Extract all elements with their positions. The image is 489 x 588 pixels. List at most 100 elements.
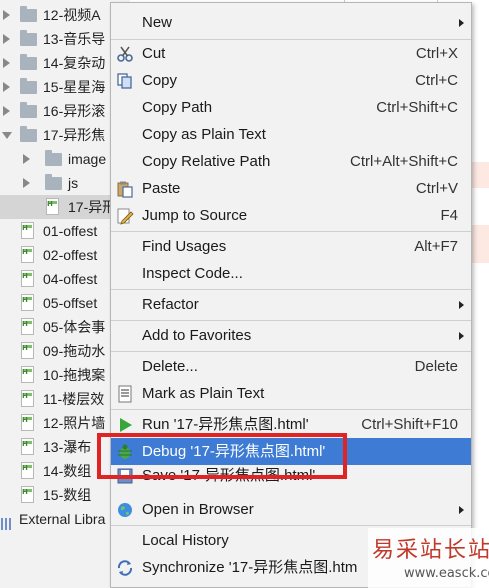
folder-icon [20, 6, 37, 22]
menu-item-copy-relative-path[interactable]: Copy Relative Path Ctrl+Alt+Shift+C [111, 148, 471, 175]
menu-item-find-usages[interactable]: Find Usages Alt+F7 [111, 233, 471, 260]
tree-item-label: 05-体会事 [43, 319, 106, 335]
tree-item-label: 13-音乐导 [43, 31, 106, 47]
folder-icon [20, 126, 37, 142]
tree-item-label: External Libra [19, 511, 106, 527]
editor-highlight-fragment [472, 225, 489, 263]
menu-item-label: Copy [142, 72, 178, 89]
menu-separator [111, 351, 471, 352]
save-icon [117, 468, 133, 484]
html-file-icon [21, 339, 34, 360]
copy-icon [117, 73, 132, 89]
context-menu[interactable]: New Cut Ctrl+X Copy Ctrl+C Copy Path Ctr… [110, 2, 472, 588]
html-file-icon [21, 315, 34, 336]
expand-arrow-icon[interactable] [3, 82, 10, 92]
menu-item-copy[interactable]: Copy Ctrl+C [111, 67, 471, 94]
html-file-icon [21, 243, 34, 264]
folder-icon [45, 150, 62, 166]
menu-item-label: Copy as Plain Text [142, 126, 266, 143]
menu-item-run[interactable]: Run '17-异形焦点图.html' Ctrl+Shift+F10 [111, 411, 471, 438]
menu-item-label: Run '17-异形焦点图.html' [142, 416, 309, 433]
menu-item-label: Open in Browser [142, 501, 254, 518]
html-file-icon [46, 195, 59, 216]
expand-arrow-icon[interactable] [23, 154, 30, 164]
folder-icon [45, 174, 62, 190]
plain-text-icon [118, 385, 132, 403]
watermark-url: www.easck.com [404, 566, 489, 581]
paste-icon [117, 181, 133, 198]
menu-item-delete[interactable]: Delete... Delete [111, 353, 471, 380]
tree-item-label: 11-楼层效 [43, 391, 105, 407]
menu-item-shortcut: Ctrl+Alt+Shift+C [350, 153, 458, 170]
tree-item-label: 01-offest [43, 223, 98, 239]
menu-item-refactor[interactable]: Refactor [111, 291, 471, 318]
html-file-icon [21, 435, 34, 456]
html-file-icon [21, 411, 34, 432]
html-file-icon [21, 363, 34, 384]
menu-item-label: Delete... [142, 358, 198, 375]
menu-item-mark-plain-text[interactable]: Mark as Plain Text [111, 380, 471, 407]
menu-item-new[interactable]: New [111, 9, 471, 36]
menu-separator [111, 525, 471, 526]
expand-arrow-icon[interactable] [23, 178, 30, 188]
tree-item-label: 16-异形滚 [43, 103, 106, 119]
edit-source-icon [117, 208, 134, 225]
menu-item-label: Copy Relative Path [142, 153, 271, 170]
menu-item-label: Synchronize '17-异形焦点图.htm [142, 559, 358, 576]
tree-item-label: 12-视频A [43, 7, 101, 23]
menu-item-inspect-code[interactable]: Inspect Code... [111, 260, 471, 287]
collapse-arrow-icon[interactable] [2, 132, 12, 139]
expand-arrow-icon[interactable] [3, 34, 10, 44]
menu-item-label: Paste [142, 180, 181, 197]
watermark-logo-text: 易采站长站 [372, 538, 489, 563]
menu-item-shortcut: Ctrl+Shift+C [376, 99, 458, 116]
tree-item-label: 10-拖拽案 [43, 367, 106, 383]
menu-item-add-to-favorites[interactable]: Add to Favorites [111, 322, 471, 349]
run-icon [120, 418, 132, 432]
folder-icon [20, 78, 37, 94]
html-file-icon [21, 219, 34, 240]
expand-arrow-icon[interactable] [3, 106, 10, 116]
globe-icon [118, 503, 132, 517]
scissors-icon [117, 46, 133, 62]
tree-item-label: 02-offest [43, 247, 98, 263]
menu-item-label: Inspect Code... [142, 265, 243, 282]
menu-item-label: Local History [142, 532, 229, 549]
menu-item-label: New [142, 14, 173, 31]
submenu-arrow-icon [459, 332, 464, 340]
menu-item-shortcut: F4 [440, 207, 458, 224]
menu-item-cut[interactable]: Cut Ctrl+X [111, 40, 471, 67]
folder-icon [20, 102, 37, 118]
expand-arrow-icon[interactable] [3, 58, 10, 68]
submenu-arrow-icon [459, 506, 464, 514]
menu-item-open-in-browser[interactable]: Open in Browser [111, 496, 471, 523]
tree-item-label: 09-拖动水 [43, 343, 106, 359]
menu-separator [111, 289, 471, 290]
menu-item-label: Add to Favorites [142, 327, 252, 344]
tree-item-label: 17-异形焦 [43, 127, 106, 143]
debug-bug-icon [118, 444, 132, 459]
menu-separator [111, 409, 471, 410]
watermark: 易采站长站 www.easck.com [368, 528, 489, 588]
menu-item-shortcut: Alt+F7 [414, 238, 458, 255]
menu-item-paste[interactable]: Paste Ctrl+V [111, 175, 471, 202]
menu-item-label: Jump to Source [142, 207, 248, 224]
libraries-icon [1, 513, 15, 530]
menu-item-label: Refactor [142, 296, 199, 313]
menu-item-label: Find Usages [142, 238, 227, 255]
menu-item-jump-to-source[interactable]: Jump to Source F4 [111, 202, 471, 229]
menu-item-copy-path[interactable]: Copy Path Ctrl+Shift+C [111, 94, 471, 121]
tree-item-label: 14-数组 [43, 463, 92, 479]
menu-item-copy-plain-text[interactable]: Copy as Plain Text [111, 121, 471, 148]
menu-item-debug[interactable]: Debug '17-异形焦点图.html' [111, 438, 471, 465]
menu-item-save[interactable]: Save '17-异形焦点图.html' [111, 465, 471, 487]
menu-item-shortcut: Ctrl+Shift+F10 [361, 416, 458, 433]
tree-item-label: 14-复杂动 [43, 55, 106, 71]
sync-icon [117, 560, 133, 576]
tree-item-label: 15-星星海 [43, 79, 106, 95]
tree-item-label: 04-offest [43, 271, 98, 287]
tree-item-label: 05-offset [43, 295, 98, 311]
expand-arrow-icon[interactable] [3, 10, 10, 20]
tree-item-label: image [68, 151, 107, 167]
menu-item-shortcut: Ctrl+V [415, 180, 458, 197]
